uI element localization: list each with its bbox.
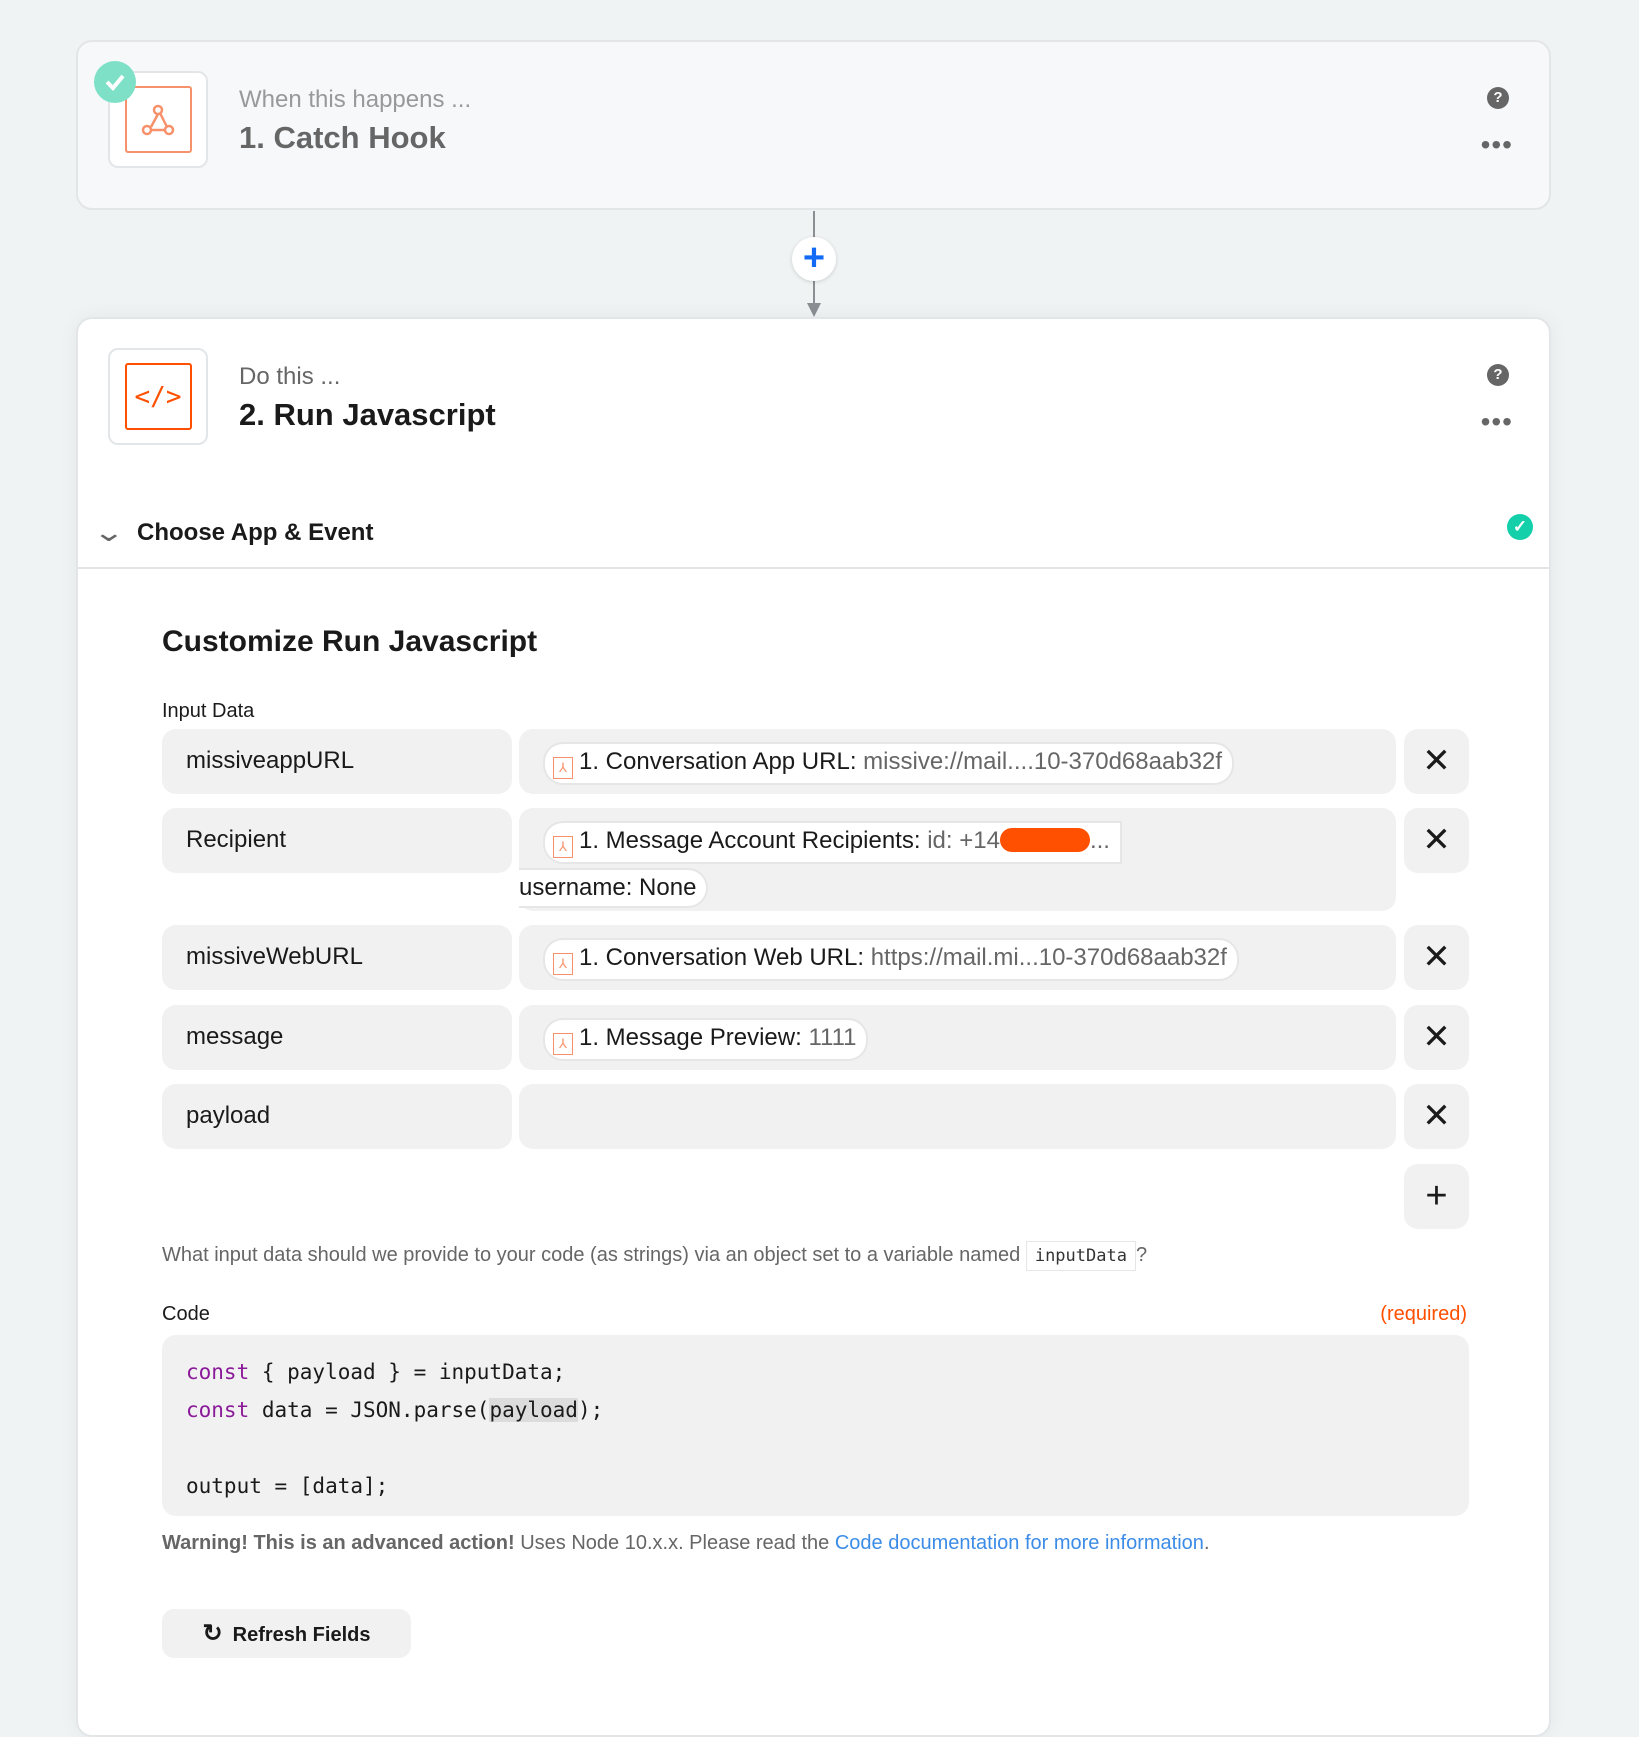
- help-icon[interactable]: ?: [1487, 364, 1509, 386]
- code-token: output = [data];: [186, 1474, 389, 1498]
- section-heading: Customize Run Javascript: [162, 625, 538, 658]
- pill-value: missive://mail....10-370d68aab32f: [863, 748, 1223, 775]
- code-token: data = JSON.parse(: [249, 1398, 490, 1422]
- required-label: (required): [1380, 1303, 1467, 1325]
- pill-tail: ...: [1089, 827, 1110, 854]
- connector-arrow-icon: [807, 303, 821, 317]
- help-icon[interactable]: ?: [1487, 87, 1509, 109]
- data-pill[interactable]: ⅄ 1. Conversation App URL: missive://mail…: [543, 742, 1235, 785]
- input-key-field[interactable]: Recipient: [162, 808, 512, 873]
- input-value-field[interactable]: ⅄ 1. Conversation App URL: missive://mail…: [519, 729, 1396, 794]
- code-token: const: [186, 1360, 250, 1384]
- help-end: ?: [1135, 1244, 1148, 1266]
- input-key-field[interactable]: missiveWebURL: [162, 925, 512, 990]
- code-icon: </>: [124, 363, 192, 430]
- action-title: 2. Run Javascript: [239, 397, 496, 432]
- input-key-field[interactable]: payload: [162, 1084, 512, 1149]
- remove-row-button[interactable]: ✕: [1404, 729, 1469, 794]
- refresh-icon: ↻: [202, 1620, 223, 1647]
- pill-label: 1. Message Account Recipients:: [579, 827, 921, 854]
- remove-row-button[interactable]: ✕: [1404, 1005, 1469, 1070]
- warning-bold: Warning! This is an advanced action!: [162, 1532, 515, 1554]
- webhook-icon: ⅄: [553, 1033, 573, 1055]
- refresh-label: Refresh Fields: [232, 1624, 371, 1646]
- complete-check-icon: ✓: [1507, 514, 1533, 540]
- section-label: Choose App & Event: [137, 519, 374, 546]
- webhook-icon: [124, 86, 192, 153]
- complete-check-icon: [94, 61, 136, 103]
- add-step-button[interactable]: +: [792, 237, 836, 281]
- webhook-icon: ⅄: [553, 836, 573, 858]
- data-pill[interactable]: ⅄ 1. Message Account Recipients: id: +14.…: [543, 821, 1122, 864]
- warning-text: Warning! This is an advanced action! Use…: [162, 1532, 1210, 1555]
- redaction-mark: [999, 828, 1090, 852]
- input-value-field[interactable]: ⅄ 1. Message Preview: 1111: [519, 1005, 1396, 1070]
- input-key-field[interactable]: missiveappURL: [162, 729, 512, 794]
- input-value-field[interactable]: [519, 1084, 1396, 1149]
- pill-value: https://mail.mi...10-370d68aab32f: [870, 944, 1227, 971]
- add-row-button[interactable]: +: [1404, 1164, 1469, 1229]
- webhook-icon: ⅄: [553, 757, 573, 779]
- remove-row-button[interactable]: ✕: [1404, 1084, 1469, 1149]
- pill-value: 1111: [808, 1024, 857, 1051]
- code-editor[interactable]: const { payload } = inputData; const dat…: [162, 1335, 1469, 1516]
- remove-row-button[interactable]: ✕: [1404, 808, 1469, 873]
- action-step-card: </> Do this ... 2. Run Javascript ? ••• …: [76, 317, 1551, 1737]
- code-docs-link[interactable]: Code documentation for more information: [835, 1532, 1204, 1554]
- help-code: inputData: [1025, 1241, 1136, 1271]
- pill-continuation: username: None: [519, 868, 709, 908]
- warning-body: Uses Node 10.x.x. Please read the: [514, 1532, 835, 1554]
- pill-label: 1. Message Preview:: [579, 1024, 802, 1051]
- trigger-step-card[interactable]: When this happens ... 1. Catch Hook ? ••…: [76, 40, 1551, 210]
- pill-label: 1. Conversation App URL:: [579, 748, 857, 775]
- trigger-title: 1. Catch Hook: [239, 120, 446, 155]
- trigger-subtitle: When this happens ...: [239, 86, 472, 113]
- data-pill[interactable]: ⅄ 1. Message Preview: 1111: [543, 1018, 869, 1061]
- connector-line: [813, 280, 815, 305]
- input-data-help: What input data should we provide to you…: [162, 1241, 1148, 1271]
- more-options-icon[interactable]: •••: [1481, 408, 1513, 436]
- code-token: );: [577, 1398, 604, 1422]
- code-label: Code: [162, 1303, 210, 1325]
- data-pill[interactable]: ⅄ 1. Conversation Web URL: https://mail.m…: [543, 938, 1239, 981]
- action-subtitle: Do this ...: [239, 363, 341, 390]
- help-text: What input data should we provide to you…: [162, 1244, 1021, 1266]
- input-data-label: Input Data: [162, 700, 255, 722]
- action-app-icon: </>: [108, 348, 208, 445]
- code-token: const: [186, 1398, 250, 1422]
- refresh-fields-button[interactable]: ↻ Refresh Fields: [162, 1609, 411, 1658]
- code-token: { payload } = inputData;: [249, 1360, 566, 1384]
- choose-app-event-section[interactable]: ⌄ Choose App & Event ✓: [78, 509, 1549, 569]
- webhook-icon: ⅄: [553, 953, 573, 975]
- warning-end: .: [1203, 1532, 1210, 1554]
- pill-label: 1. Conversation Web URL:: [579, 944, 865, 971]
- more-options-icon[interactable]: •••: [1481, 131, 1513, 159]
- input-value-field[interactable]: ⅄ 1. Message Account Recipients: id: +14.…: [519, 808, 1396, 911]
- remove-row-button[interactable]: ✕: [1404, 925, 1469, 990]
- chevron-down-icon[interactable]: ⌄: [93, 517, 126, 548]
- pill-value: id: +14: [927, 827, 1000, 854]
- code-selection: payload: [489, 1398, 578, 1422]
- input-key-field[interactable]: message: [162, 1005, 512, 1070]
- connector-line: [813, 211, 815, 239]
- input-value-field[interactable]: ⅄ 1. Conversation Web URL: https://mail.m…: [519, 925, 1396, 990]
